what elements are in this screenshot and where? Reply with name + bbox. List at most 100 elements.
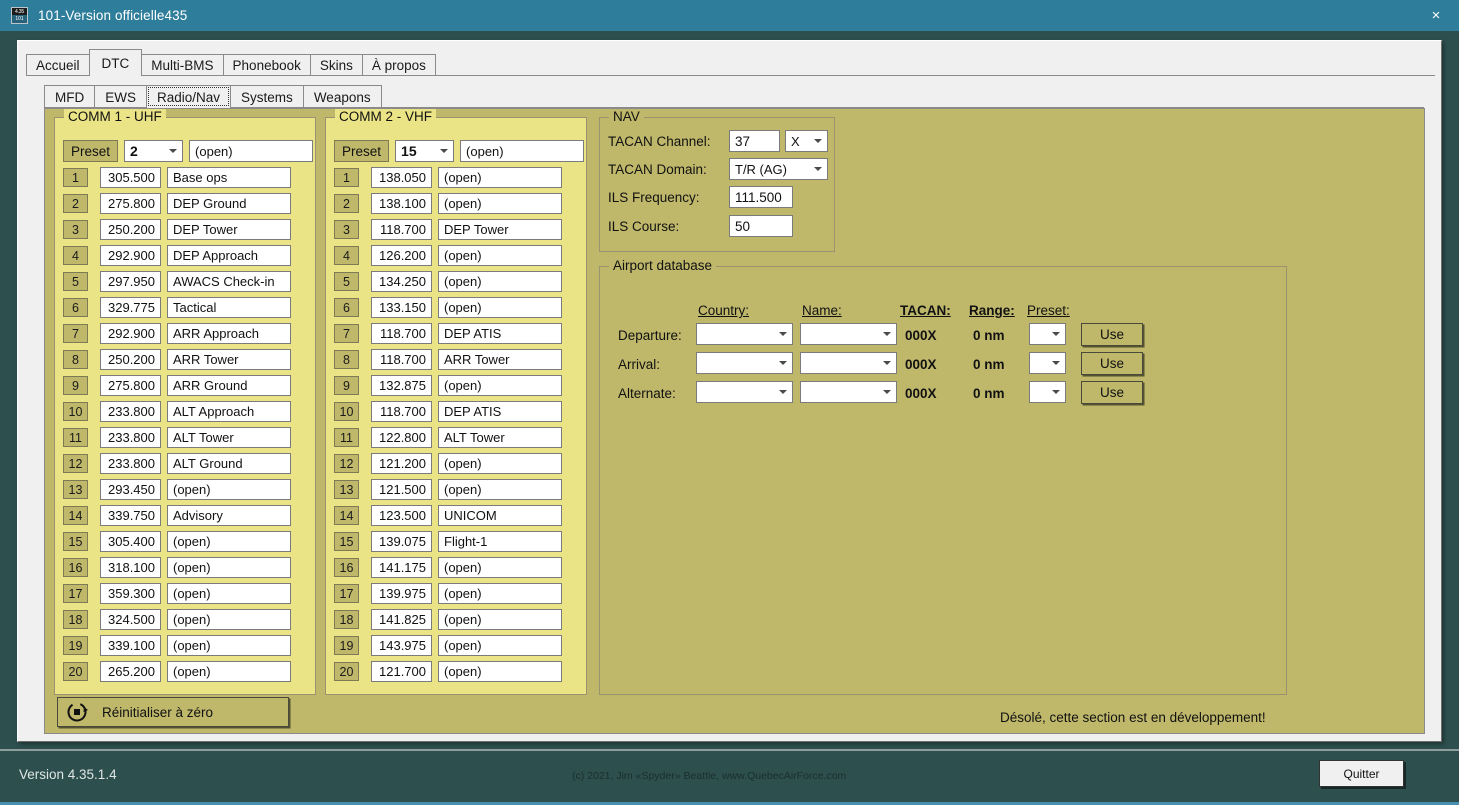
- comm1-frequency-input[interactable]: 292.900: [100, 323, 161, 344]
- comm2-frequency-input[interactable]: 141.175: [371, 557, 432, 578]
- comm1-channel-button[interactable]: 10: [63, 402, 88, 421]
- comm2-name-input[interactable]: DEP ATIS: [438, 323, 562, 344]
- comm2-channel-button[interactable]: 20: [334, 662, 359, 681]
- comm2-channel-button[interactable]: 6: [334, 298, 359, 317]
- comm1-frequency-input[interactable]: 293.450: [100, 479, 161, 500]
- comm1-frequency-input[interactable]: 318.100: [100, 557, 161, 578]
- comm1-name-input[interactable]: (open): [167, 557, 291, 578]
- comm1-channel-button[interactable]: 1: [63, 168, 88, 187]
- comm1-frequency-input[interactable]: 233.800: [100, 453, 161, 474]
- quit-button[interactable]: Quitter: [1319, 760, 1404, 787]
- comm1-frequency-input[interactable]: 275.800: [100, 375, 161, 396]
- comm1-frequency-input[interactable]: 233.800: [100, 427, 161, 448]
- comm1-channel-button[interactable]: 19: [63, 636, 88, 655]
- comm1-frequency-input[interactable]: 329.775: [100, 297, 161, 318]
- comm1-frequency-input[interactable]: 305.400: [100, 531, 161, 552]
- comm2-channel-button[interactable]: 7: [334, 324, 359, 343]
- comm1-channel-button[interactable]: 6: [63, 298, 88, 317]
- comm2-frequency-input[interactable]: 134.250: [371, 271, 432, 292]
- comm1-preset-name[interactable]: (open): [189, 140, 313, 162]
- comm2-channel-button[interactable]: 9: [334, 376, 359, 395]
- comm1-preset-button[interactable]: Preset: [63, 140, 118, 162]
- comm1-preset-select[interactable]: 2: [124, 140, 183, 162]
- comm1-channel-button[interactable]: 2: [63, 194, 88, 213]
- airport-name-select[interactable]: [800, 352, 897, 374]
- comm1-name-input[interactable]: DEP Approach: [167, 245, 291, 266]
- airport-use-button[interactable]: Use: [1081, 323, 1143, 346]
- comm2-frequency-input[interactable]: 139.975: [371, 583, 432, 604]
- comm1-frequency-input[interactable]: 359.300: [100, 583, 161, 604]
- ils-course-input[interactable]: 50: [729, 215, 793, 237]
- comm2-name-input[interactable]: Flight-1: [438, 531, 562, 552]
- comm1-channel-button[interactable]: 13: [63, 480, 88, 499]
- comm1-name-input[interactable]: (open): [167, 661, 291, 682]
- comm2-channel-button[interactable]: 11: [334, 428, 359, 447]
- comm2-frequency-input[interactable]: 143.975: [371, 635, 432, 656]
- comm2-name-input[interactable]: ALT Tower: [438, 427, 562, 448]
- comm1-frequency-input[interactable]: 339.750: [100, 505, 161, 526]
- comm2-channel-button[interactable]: 10: [334, 402, 359, 421]
- airport-preset-select[interactable]: [1029, 352, 1066, 374]
- airport-use-button[interactable]: Use: [1081, 381, 1143, 404]
- comm2-preset-name[interactable]: (open): [460, 140, 584, 162]
- close-icon[interactable]: ×: [1413, 0, 1459, 31]
- comm1-name-input[interactable]: ARR Tower: [167, 349, 291, 370]
- comm2-channel-button[interactable]: 12: [334, 454, 359, 473]
- tab-skins[interactable]: Skins: [310, 54, 363, 76]
- comm1-channel-button[interactable]: 14: [63, 506, 88, 525]
- comm2-frequency-input[interactable]: 138.100: [371, 193, 432, 214]
- comm1-name-input[interactable]: (open): [167, 479, 291, 500]
- comm2-name-input[interactable]: (open): [438, 635, 562, 656]
- comm2-frequency-input[interactable]: 123.500: [371, 505, 432, 526]
- comm2-frequency-input[interactable]: 138.050: [371, 167, 432, 188]
- comm1-frequency-input[interactable]: 292.900: [100, 245, 161, 266]
- comm2-name-input[interactable]: (open): [438, 193, 562, 214]
- comm1-channel-button[interactable]: 17: [63, 584, 88, 603]
- comm1-name-input[interactable]: (open): [167, 635, 291, 656]
- comm2-frequency-input[interactable]: 121.700: [371, 661, 432, 682]
- comm1-channel-button[interactable]: 8: [63, 350, 88, 369]
- comm2-channel-button[interactable]: 1: [334, 168, 359, 187]
- subtab-ews[interactable]: EWS: [94, 85, 147, 108]
- comm1-frequency-input[interactable]: 265.200: [100, 661, 161, 682]
- tacan-channel-input[interactable]: 37: [729, 130, 780, 152]
- comm2-name-input[interactable]: (open): [438, 583, 562, 604]
- comm1-channel-button[interactable]: 20: [63, 662, 88, 681]
- subtab-mfd[interactable]: MFD: [44, 85, 95, 108]
- comm2-channel-button[interactable]: 4: [334, 246, 359, 265]
- airport-preset-select[interactable]: [1029, 381, 1066, 403]
- airport-country-select[interactable]: [696, 323, 793, 345]
- comm1-name-input[interactable]: (open): [167, 583, 291, 604]
- comm2-channel-button[interactable]: 19: [334, 636, 359, 655]
- comm2-name-input[interactable]: (open): [438, 557, 562, 578]
- comm2-name-input[interactable]: (open): [438, 479, 562, 500]
- comm2-frequency-input[interactable]: 133.150: [371, 297, 432, 318]
- comm1-frequency-input[interactable]: 339.100: [100, 635, 161, 656]
- comm2-frequency-input[interactable]: 132.875: [371, 375, 432, 396]
- comm2-channel-button[interactable]: 2: [334, 194, 359, 213]
- comm2-name-input[interactable]: ARR Tower: [438, 349, 562, 370]
- comm1-channel-button[interactable]: 15: [63, 532, 88, 551]
- comm2-frequency-input[interactable]: 118.700: [371, 219, 432, 240]
- comm2-frequency-input[interactable]: 118.700: [371, 349, 432, 370]
- tacan-domain-select[interactable]: T/R (AG): [729, 158, 828, 180]
- comm2-channel-button[interactable]: 15: [334, 532, 359, 551]
- airport-country-select[interactable]: [696, 352, 793, 374]
- comm2-frequency-input[interactable]: 141.825: [371, 609, 432, 630]
- airport-use-button[interactable]: Use: [1081, 352, 1143, 375]
- comm2-name-input[interactable]: DEP Tower: [438, 219, 562, 240]
- comm2-channel-button[interactable]: 3: [334, 220, 359, 239]
- comm2-name-input[interactable]: (open): [438, 297, 562, 318]
- comm1-frequency-input[interactable]: 233.800: [100, 401, 161, 422]
- comm2-channel-button[interactable]: 18: [334, 610, 359, 629]
- comm2-name-input[interactable]: (open): [438, 375, 562, 396]
- comm1-channel-button[interactable]: 3: [63, 220, 88, 239]
- comm2-preset-select[interactable]: 15: [395, 140, 454, 162]
- comm2-name-input[interactable]: (open): [438, 661, 562, 682]
- comm2-channel-button[interactable]: 16: [334, 558, 359, 577]
- comm2-frequency-input[interactable]: 139.075: [371, 531, 432, 552]
- comm2-frequency-input[interactable]: 118.700: [371, 323, 432, 344]
- comm2-frequency-input[interactable]: 122.800: [371, 427, 432, 448]
- tacan-band-select[interactable]: X: [785, 130, 828, 152]
- tab-propos[interactable]: À propos: [362, 54, 436, 76]
